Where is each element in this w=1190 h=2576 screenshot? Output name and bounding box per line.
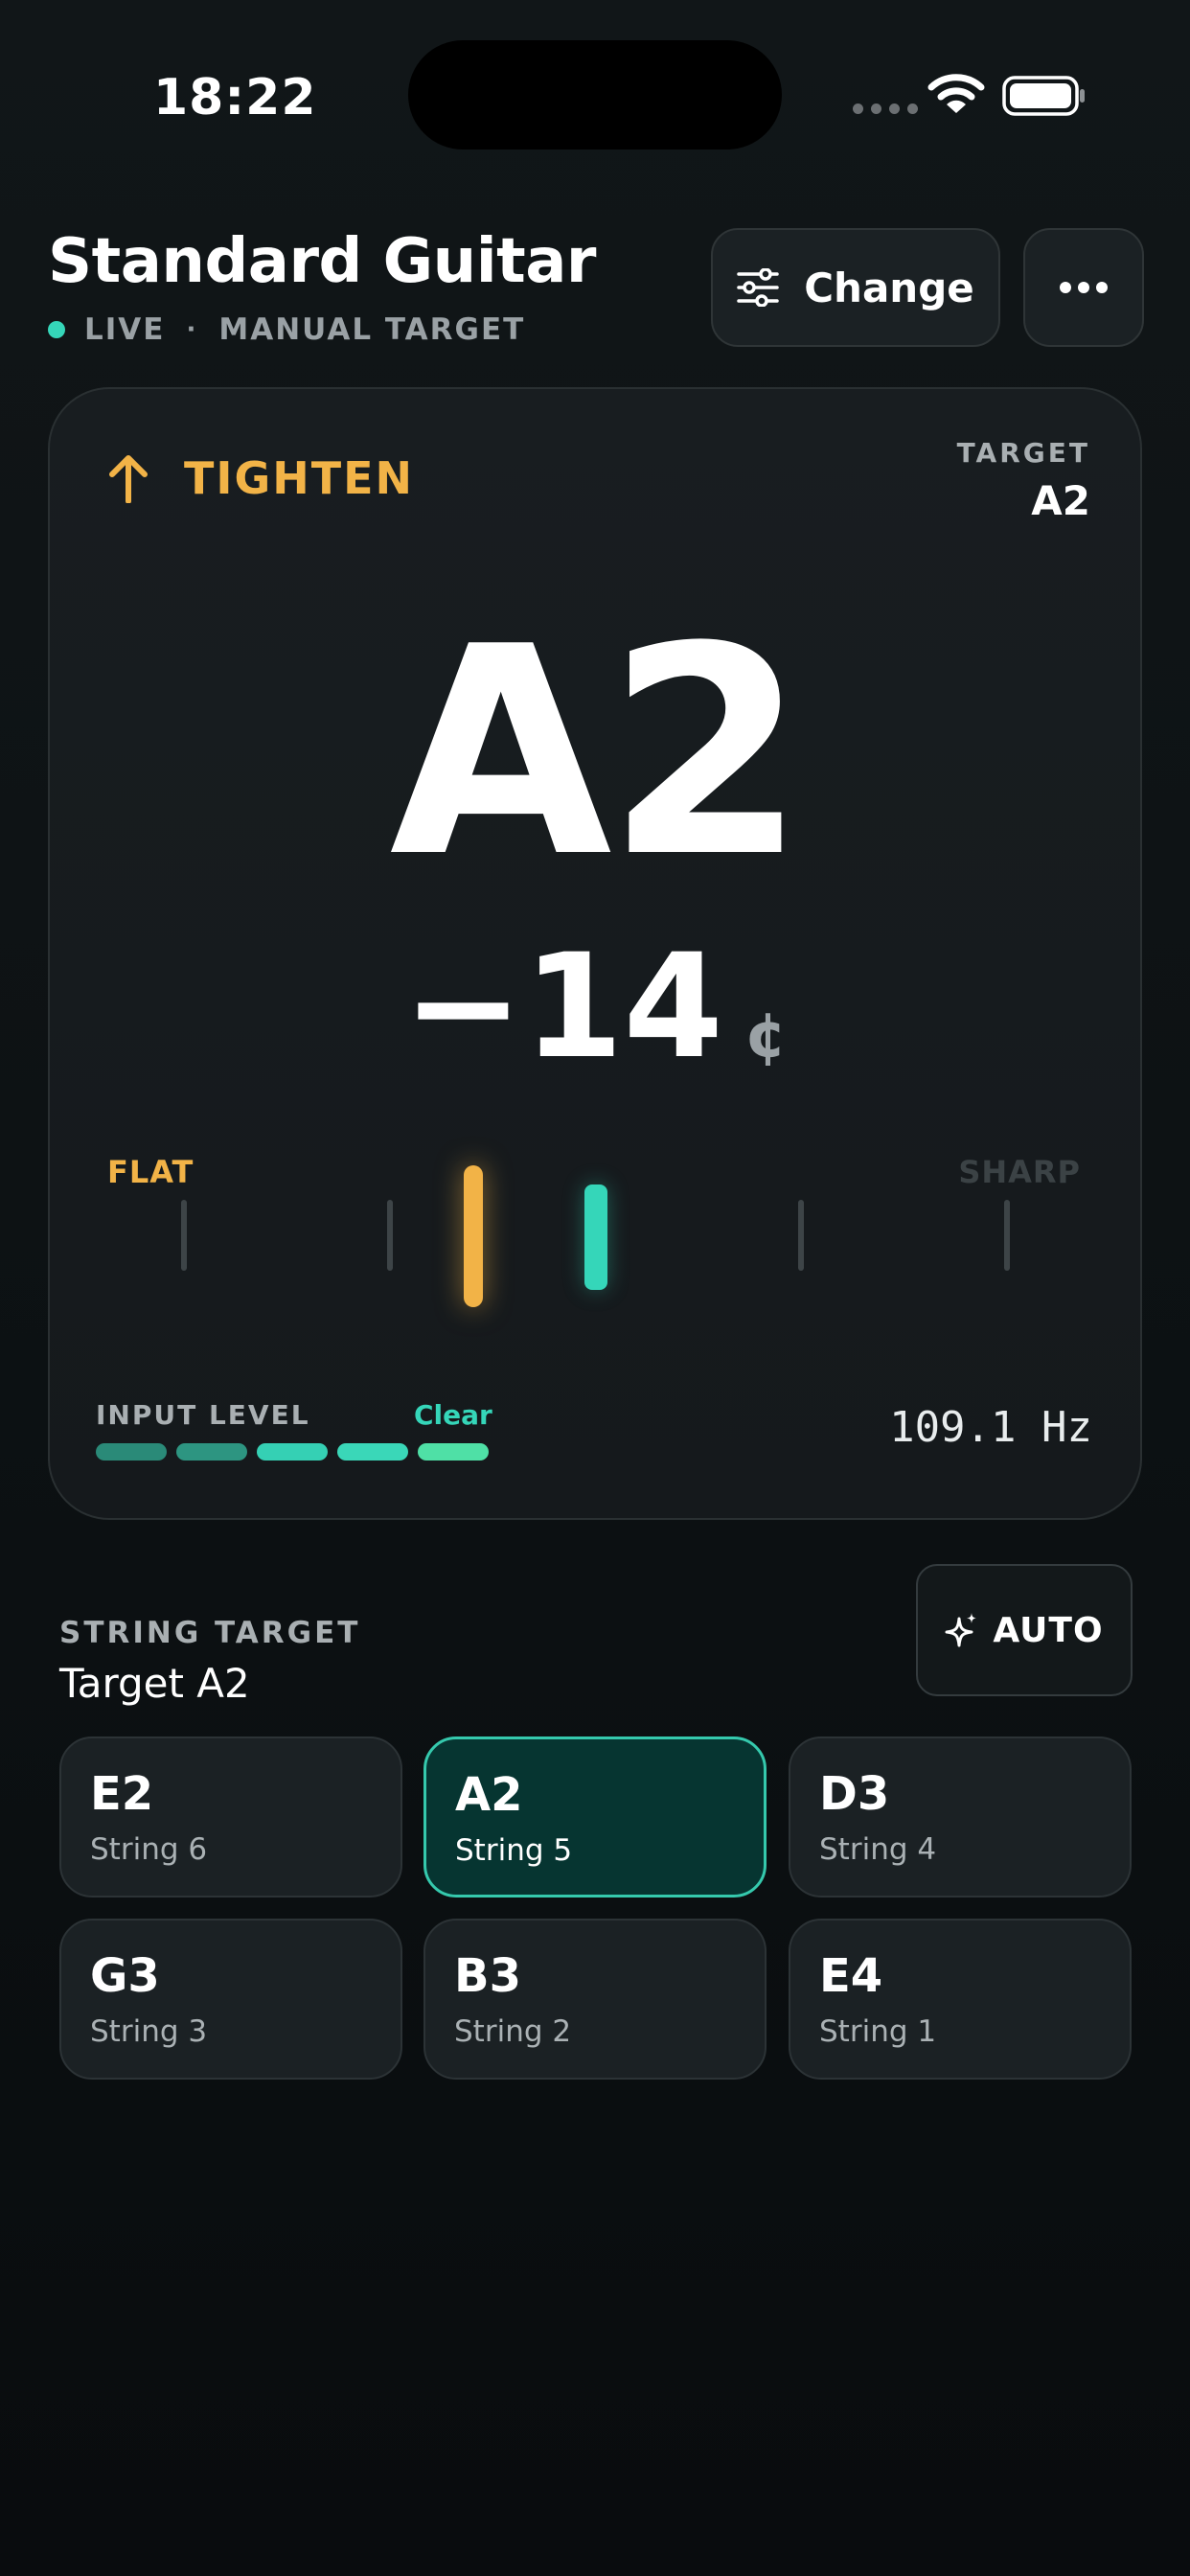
string-note: E2 [90,1767,154,1821]
tuner-card: TIGHTEN TARGET A2 A2 −14 ¢ FLAT SHARP IN… [48,387,1142,1520]
level-segment [96,1443,167,1460]
string-number: String 2 [454,2014,572,2049]
flat-label: FLAT [107,1154,195,1190]
string-number: String 3 [90,2014,208,2049]
in-tune-center-mark [584,1184,607,1290]
string-number: String 6 [90,1832,208,1867]
string-target-value: Target A2 [59,1660,250,1707]
wifi-icon [927,74,985,113]
auto-detect-button[interactable]: AUTO [916,1564,1133,1696]
meter-tick [1004,1200,1010,1271]
mode-label: MANUAL TARGET [218,312,526,347]
auto-button-label: AUTO [993,1610,1104,1650]
signal-dots-icon [853,104,918,114]
string-note: G3 [90,1949,160,2003]
string-number: String 1 [819,2014,937,2049]
cents-readout: −14 ¢ [50,935,1140,1079]
string-button-a2[interactable]: A2 String 5 [423,1736,767,1898]
change-tuning-button[interactable]: Change [711,228,1000,347]
tuner-mode-status: LIVE · MANUAL TARGET [48,312,525,347]
cents-value: −14 [402,924,723,1091]
live-label: LIVE [84,312,166,347]
cents-unit: ¢ [744,1000,788,1071]
string-note: E4 [819,1949,883,2003]
string-note: B3 [454,1949,521,2003]
level-segment [337,1443,408,1460]
level-segment [257,1443,328,1460]
meter-tick [181,1200,187,1271]
input-level-status: Clear [414,1399,492,1431]
level-segment [418,1443,489,1460]
sliders-icon [737,268,779,307]
battery-icon [1002,76,1085,116]
input-level-label: INPUT LEVEL [96,1399,310,1431]
pitch-needle [464,1165,483,1307]
tuner-screen: 18:22 Standard Guitar LIVE · MANUAL TARG… [0,0,1190,2576]
string-note: D3 [819,1767,890,1821]
meter-tick [387,1200,393,1271]
string-number: String 4 [819,1832,937,1867]
string-number: String 5 [455,1833,573,1868]
target-note: A2 [1031,477,1090,524]
level-segment [176,1443,247,1460]
string-button-g3[interactable]: G3 String 3 [59,1919,402,2080]
separator: · [186,315,198,344]
string-button-b3[interactable]: B3 String 2 [423,1919,767,2080]
change-button-label: Change [804,264,974,311]
frequency-readout: 109.1 Hz [889,1403,1092,1452]
sparkle-icon [945,1613,977,1647]
string-note: A2 [455,1768,523,1822]
string-button-d3[interactable]: D3 String 4 [789,1736,1132,1898]
sharp-label: SHARP [958,1154,1081,1190]
direction-label: TIGHTEN [184,452,415,504]
arrow-up-icon [109,455,148,503]
ellipsis-icon [1060,282,1108,293]
string-target-label: STRING TARGET [59,1616,361,1650]
target-label: TARGET [956,437,1090,469]
string-button-e4[interactable]: E4 String 1 [789,1919,1132,2080]
detected-note: A2 [389,586,807,920]
dynamic-island [408,40,782,150]
input-level-meter [96,1443,489,1460]
tuning-title: Standard Guitar [48,226,596,297]
string-button-e2[interactable]: E2 String 6 [59,1736,402,1898]
meter-tick [798,1200,804,1271]
more-options-button[interactable] [1023,228,1144,347]
status-time: 18:22 [153,69,317,126]
tuning-direction: TIGHTEN [107,452,414,504]
live-indicator-dot [48,321,65,338]
